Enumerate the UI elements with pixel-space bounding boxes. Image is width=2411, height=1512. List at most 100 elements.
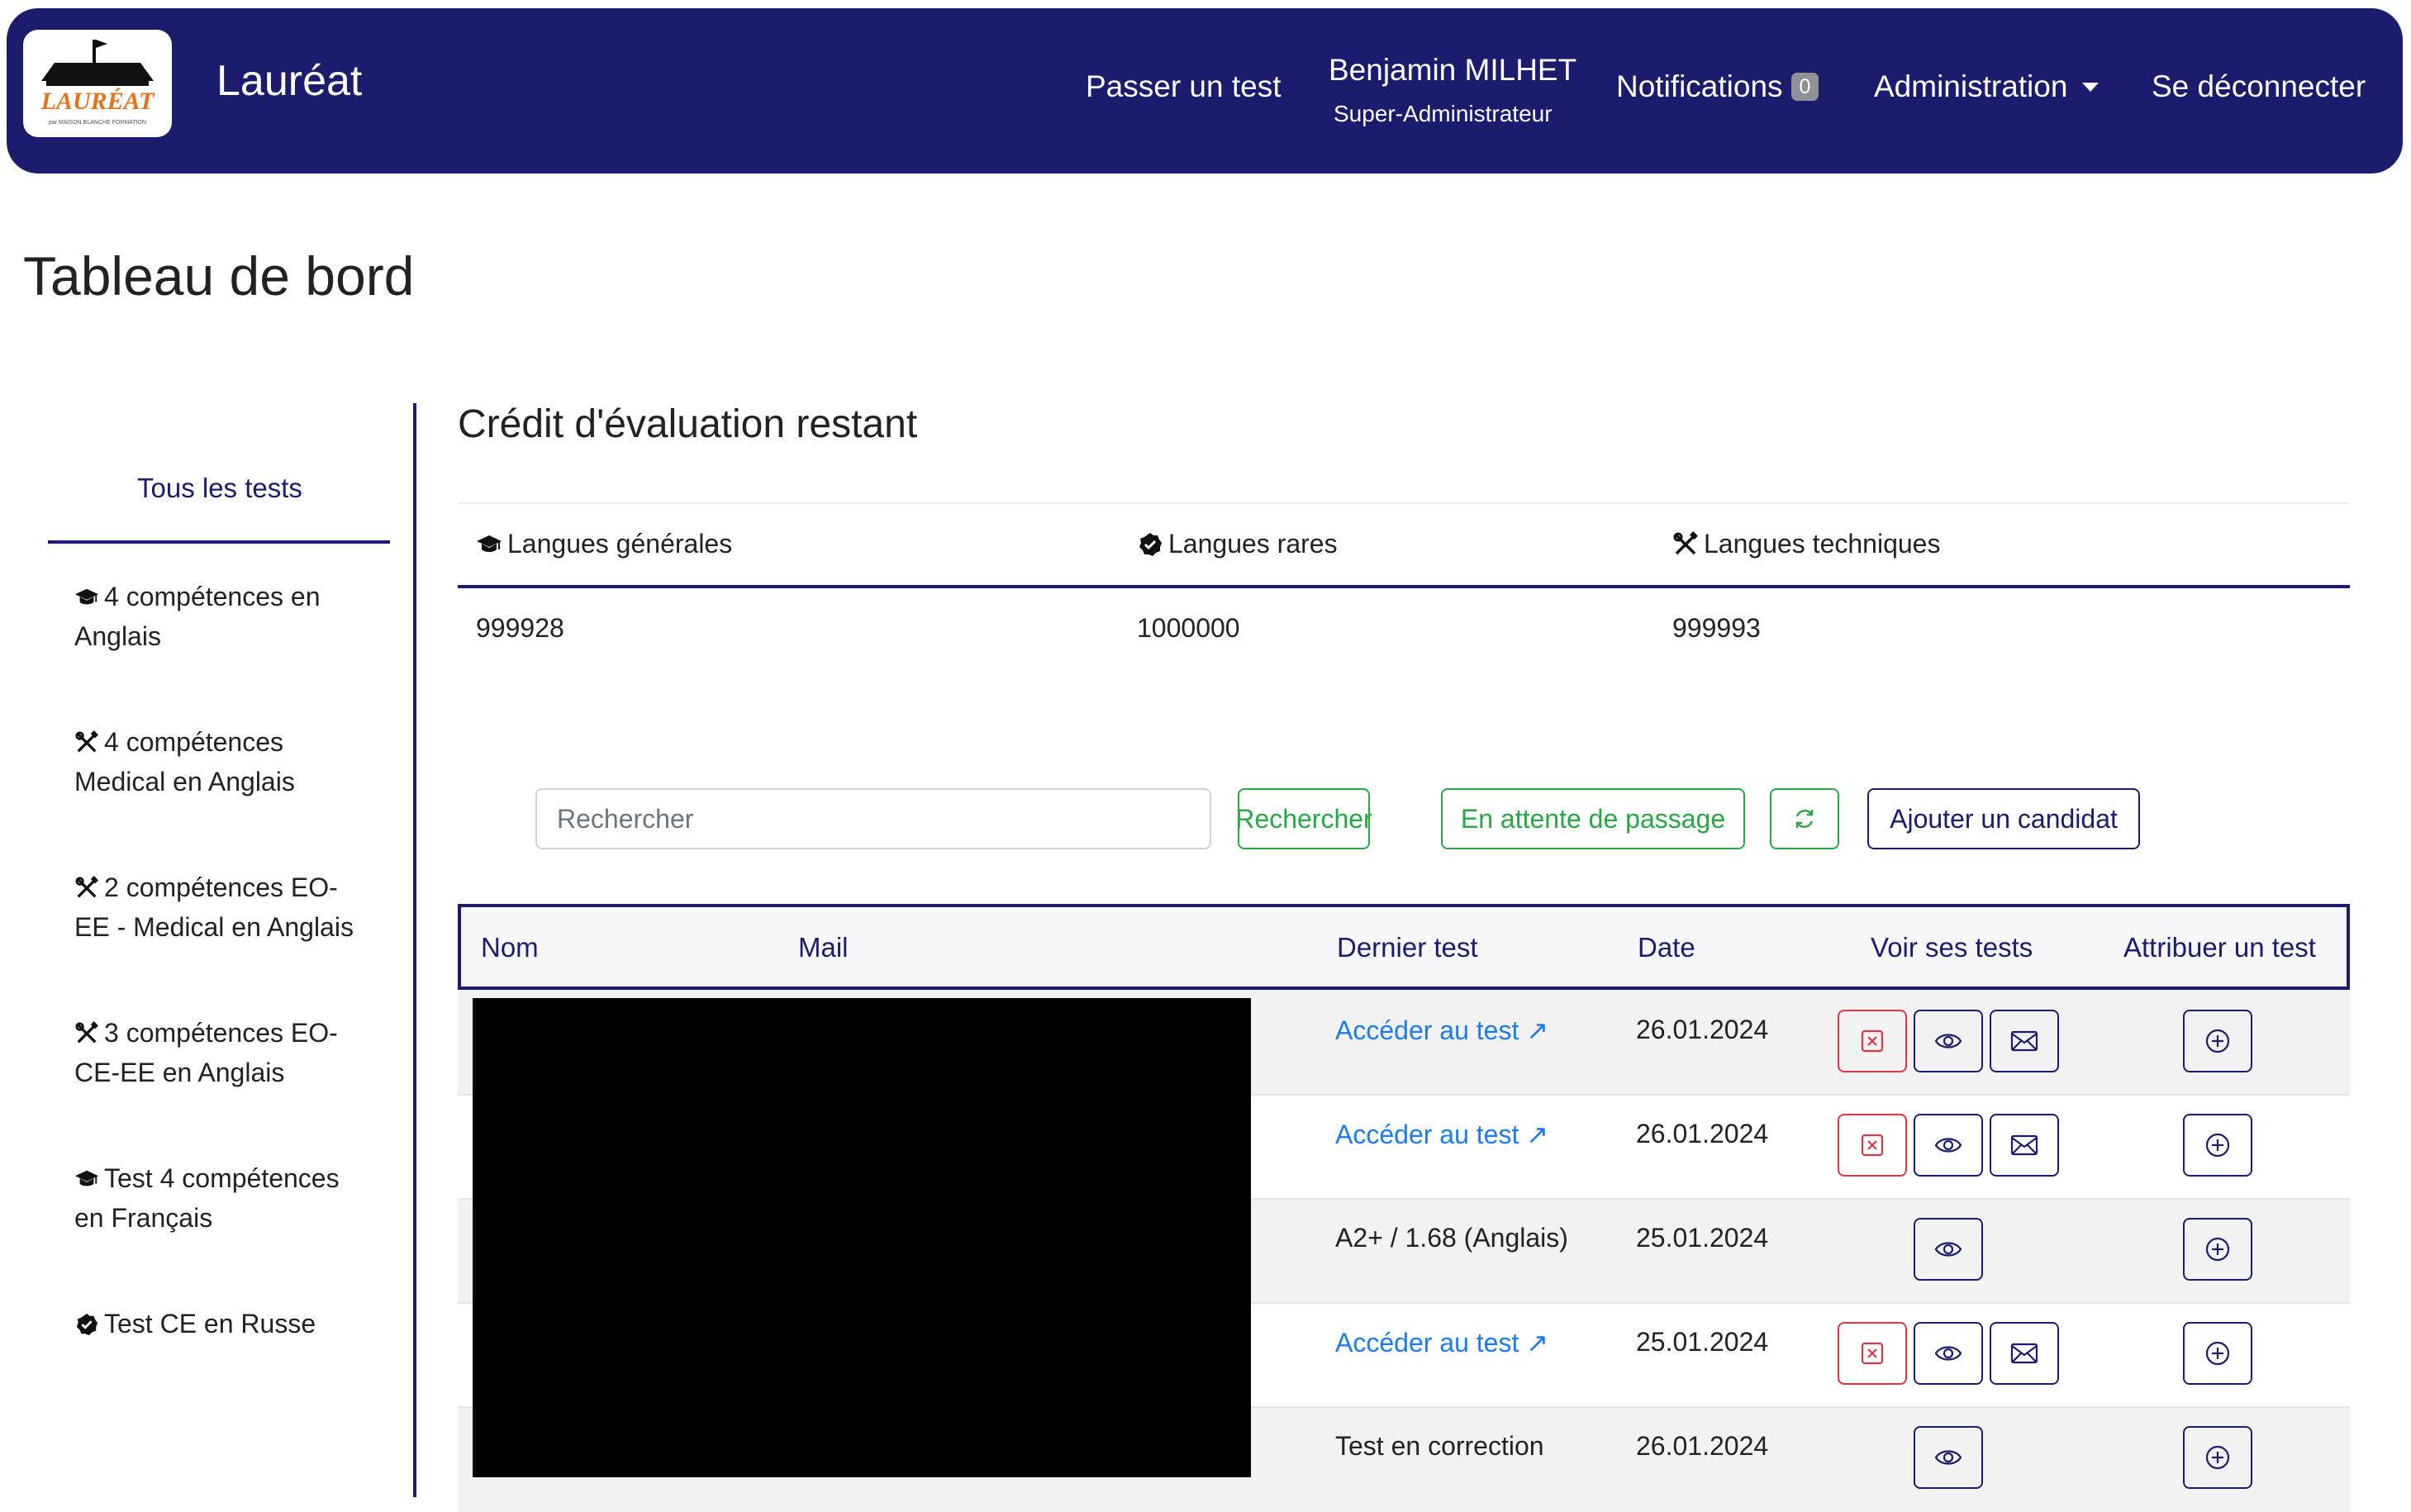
cancel-x-icon <box>1861 1342 1884 1365</box>
cancel-x-icon <box>1861 1134 1884 1157</box>
column-header-nom: Nom <box>481 932 539 963</box>
search-input[interactable] <box>535 788 1211 849</box>
nav-logout[interactable]: Se déconnecter <box>2152 69 2366 104</box>
open-test-link[interactable]: Accéder au test ↗ <box>1335 1119 1548 1150</box>
assign-test-button[interactable] <box>2183 1426 2252 1489</box>
nav-administration-dropdown[interactable]: Administration <box>1874 69 2100 104</box>
credit-header-divider <box>458 585 2350 588</box>
credit-table-top-border <box>458 502 2350 504</box>
sidebar-item-label: 4 compétences en Anglais <box>74 582 321 651</box>
nav-notifications[interactable]: Notifications 0 <box>1616 69 1819 104</box>
credit-header-rare: Langues rares <box>1137 529 1338 559</box>
view-tests-button[interactable] <box>1914 1114 1983 1177</box>
envelope-icon <box>2010 1343 2038 1364</box>
graduation-cap-icon <box>74 588 99 605</box>
tools-icon <box>75 1021 99 1044</box>
sidebar-item-label: Test CE en Russe <box>104 1309 316 1338</box>
credit-section-title: Crédit d'évaluation restant <box>458 402 918 446</box>
sidebar-tab-all-tests[interactable]: Tous les tests <box>137 473 302 504</box>
view-tests-button[interactable] <box>1914 1426 1983 1489</box>
plus-circle-icon <box>2205 1133 2230 1158</box>
search-button[interactable]: Rechercher <box>1235 788 1372 849</box>
credit-header-label: Langues techniques <box>1704 529 1941 559</box>
row-date: 26.01.2024 <box>1636 1015 1769 1044</box>
credit-header-label: Langues rares <box>1168 529 1338 559</box>
badge-check-icon <box>1139 532 1162 556</box>
sidebar-item-label: 2 compétences EO-EE - Medical en Anglais <box>74 872 354 942</box>
cancel-test-button[interactable] <box>1838 1322 1907 1385</box>
sidebar-item[interactable]: 4 compétences Medical en Anglais <box>74 722 372 801</box>
row-date: 25.01.2024 <box>1636 1223 1769 1253</box>
sidebar-item-label: 3 compétences EO-CE-EE en Anglais <box>74 1018 338 1087</box>
plus-circle-icon <box>2205 1237 2230 1262</box>
send-mail-button[interactable] <box>1990 1114 2059 1177</box>
eye-icon <box>1934 1138 1962 1153</box>
view-tests-button[interactable] <box>1914 1010 1983 1072</box>
column-header-dernier-test: Dernier test <box>1337 932 1478 963</box>
column-header-attribuer: Attribuer un test <box>2123 932 2316 963</box>
plus-circle-icon <box>2205 1445 2230 1470</box>
sidebar-divider <box>413 403 416 1497</box>
cancel-test-button[interactable] <box>1838 1114 1907 1177</box>
sidebar-item[interactable]: Test CE en Russe <box>74 1304 372 1343</box>
column-header-mail: Mail <box>798 932 849 963</box>
plus-circle-icon <box>2205 1029 2230 1053</box>
plus-circle-icon <box>2205 1341 2230 1366</box>
view-tests-button[interactable] <box>1914 1218 1983 1281</box>
nav-administration-label: Administration <box>1874 69 2068 103</box>
eye-icon <box>1934 1346 1962 1361</box>
sidebar-item[interactable]: 2 compétences EO-EE - Medical en Anglais <box>74 868 372 947</box>
envelope-icon <box>2010 1030 2038 1052</box>
sidebar-item[interactable]: 3 compétences EO-CE-EE en Anglais <box>74 1013 372 1092</box>
nav-passer-test[interactable]: Passer un test <box>1086 69 1282 104</box>
active-tab-underline <box>48 540 390 544</box>
column-header-date: Date <box>1638 932 1695 963</box>
brand-logo[interactable]: LAURÉAT par MAISON BLANCHE FORMATION <box>23 30 172 137</box>
graduation-cap-icon <box>477 535 502 552</box>
page-title: Tableau de bord <box>23 245 415 307</box>
row-date: 26.01.2024 <box>1636 1119 1769 1148</box>
credit-header-general: Langues générales <box>476 529 732 559</box>
last-test-status: Test en correction <box>1335 1431 1544 1461</box>
sidebar-item[interactable]: Test 4 compétences en Français <box>74 1158 372 1238</box>
nav-notifications-label: Notifications <box>1616 69 1783 103</box>
redacted-personal-info <box>473 998 1251 1477</box>
svg-text:par MAISON BLANCHE FORMATION: par MAISON BLANCHE FORMATION <box>49 120 146 126</box>
open-test-link[interactable]: Accéder au test ↗ <box>1335 1015 1548 1046</box>
eye-icon <box>1934 1450 1962 1465</box>
eye-icon <box>1934 1034 1962 1048</box>
assign-test-button[interactable] <box>2183 1114 2252 1177</box>
cancel-test-button[interactable] <box>1838 1010 1907 1072</box>
credit-value-general: 999928 <box>476 613 564 643</box>
send-mail-button[interactable] <box>1990 1322 2059 1385</box>
svg-text:LAURÉAT: LAURÉAT <box>40 88 155 115</box>
assign-test-button[interactable] <box>2183 1322 2252 1385</box>
assign-test-button[interactable] <box>2183 1218 2252 1281</box>
credit-header-label: Langues générales <box>507 529 733 559</box>
send-mail-button[interactable] <box>1990 1010 2059 1072</box>
credit-value-rare: 1000000 <box>1137 613 1240 643</box>
tools-icon <box>1673 530 1698 554</box>
sidebar-item-label: Test 4 compétences en Français <box>74 1163 340 1233</box>
credit-header-technical: Langues techniques <box>1672 529 1940 559</box>
refresh-button[interactable] <box>1770 788 1839 849</box>
sidebar-item[interactable]: 4 compétences en Anglais <box>74 577 372 656</box>
graduation-cap-icon <box>74 1170 99 1186</box>
assign-test-button[interactable] <box>2183 1010 2252 1072</box>
row-date: 25.01.2024 <box>1636 1327 1769 1357</box>
refresh-icon <box>1795 810 1814 828</box>
add-candidate-button[interactable]: Ajouter un candidat <box>1867 788 2140 849</box>
pending-filter-button[interactable]: En attente de passage <box>1441 788 1745 849</box>
envelope-icon <box>2010 1134 2038 1156</box>
tools-icon <box>75 730 99 753</box>
cancel-x-icon <box>1861 1029 1884 1053</box>
nav-user-role: Super-Administrateur <box>1334 101 1553 126</box>
row-date: 26.01.2024 <box>1636 1431 1769 1461</box>
column-header-voir-tests: Voir ses tests <box>1871 932 2033 963</box>
badge-check-icon <box>76 1313 98 1336</box>
notifications-count-badge: 0 <box>1790 73 1819 101</box>
view-tests-button[interactable] <box>1914 1322 1983 1385</box>
brand-name[interactable]: Lauréat <box>216 56 362 106</box>
nav-user-name[interactable]: Benjamin MILHET <box>1329 53 1576 88</box>
open-test-link[interactable]: Accéder au test ↗ <box>1335 1327 1548 1358</box>
